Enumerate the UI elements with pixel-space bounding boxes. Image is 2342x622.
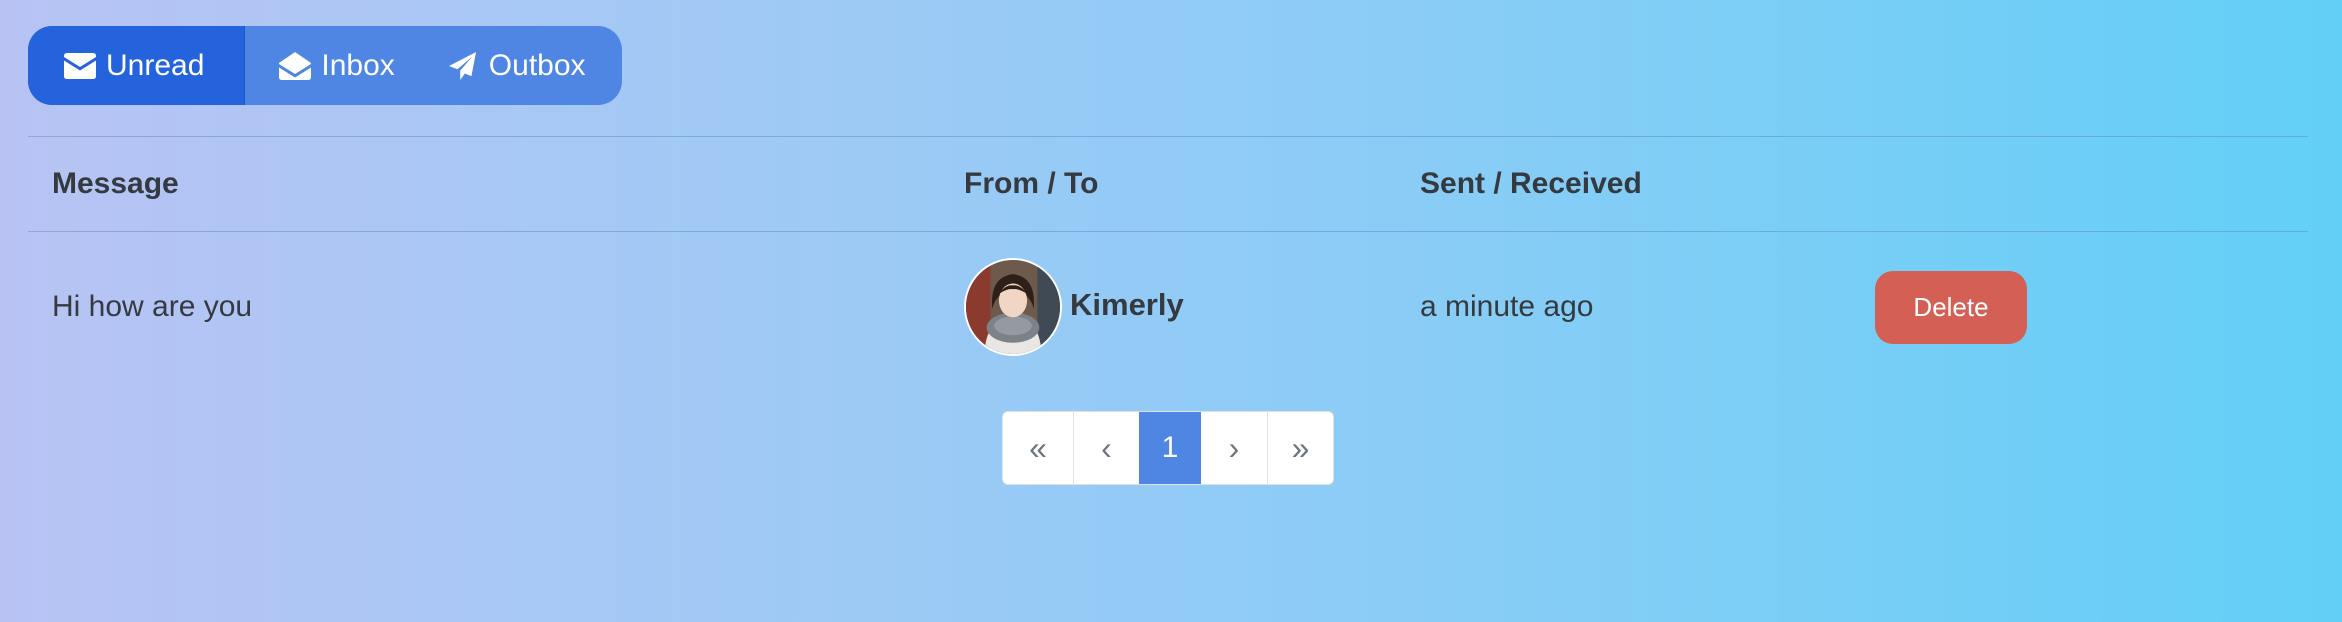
column-header-from-to: From / To — [964, 167, 1099, 200]
envelope-open-icon — [279, 51, 312, 80]
envelope-icon — [64, 52, 96, 80]
current-page-button[interactable]: 1 — [1139, 412, 1201, 484]
message-text: Hi how are you — [52, 290, 253, 323]
tab-outbox[interactable]: Outbox — [421, 26, 622, 105]
column-header-sent-received: Sent / Received — [1420, 167, 1642, 200]
mailbox-tabs: Unread Inbox Outbox — [28, 26, 622, 105]
sender-cell: Kimerly — [964, 232, 1184, 382]
column-header-message: Message — [52, 167, 179, 200]
message-time: a minute ago — [1420, 290, 1594, 323]
delete-button[interactable]: Delete — [1875, 270, 2027, 344]
tab-inbox[interactable]: Inbox — [245, 26, 420, 105]
tab-unread-label: Unread — [106, 48, 205, 82]
previous-page-button[interactable]: ‹ — [1073, 412, 1139, 484]
sender-name[interactable]: Kimerly — [1070, 287, 1184, 323]
first-page-button[interactable]: « — [1003, 412, 1073, 484]
tab-unread[interactable]: Unread — [28, 26, 246, 105]
last-page-button[interactable]: » — [1267, 412, 1333, 484]
messages-table: Message From / To Sent / Received Hi how… — [28, 136, 2308, 382]
tab-inbox-label: Inbox — [321, 48, 395, 82]
tab-outbox-label: Outbox — [488, 48, 586, 82]
pagination: « ‹ 1 › » — [1002, 411, 1334, 485]
paper-plane-icon — [447, 51, 479, 80]
avatar — [964, 258, 1062, 356]
action-cell: Delete — [1875, 232, 2027, 382]
table-header: Message From / To Sent / Received — [28, 136, 2308, 231]
next-page-button[interactable]: › — [1201, 412, 1267, 484]
table-row[interactable]: Hi how are you Kimerly a minute ago Dele… — [28, 231, 2308, 382]
